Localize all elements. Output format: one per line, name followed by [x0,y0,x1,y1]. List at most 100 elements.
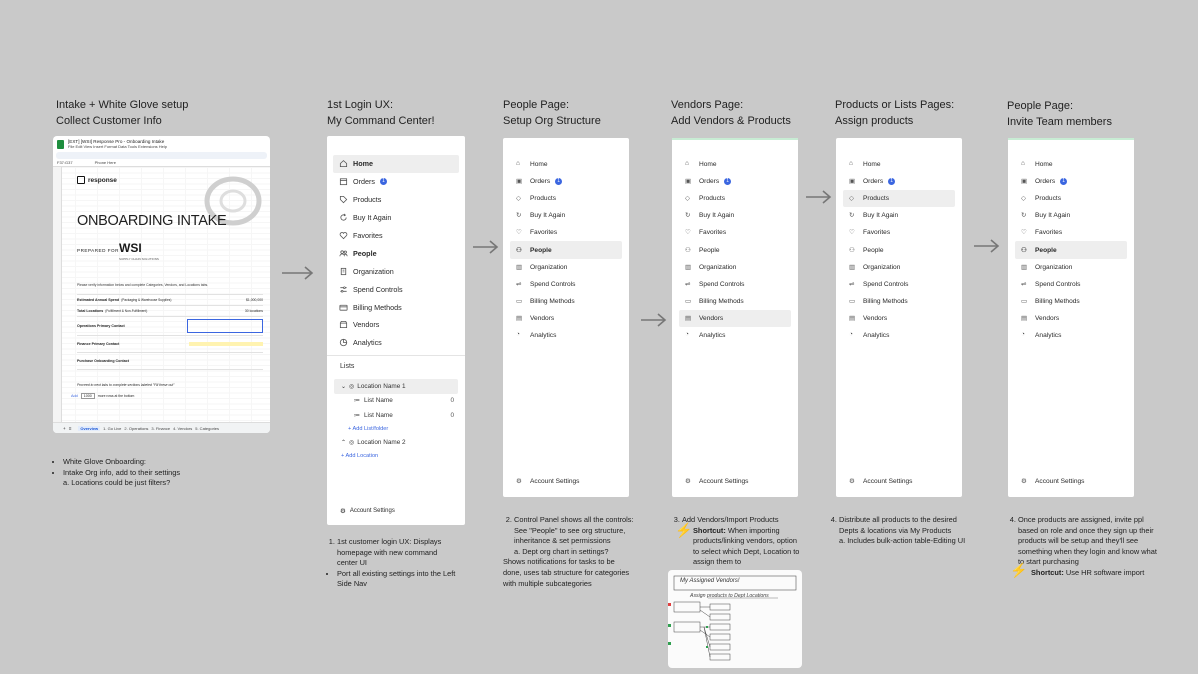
chevron-down-icon[interactable]: ⌄ [341,383,346,390]
sidebar-item-buy-it-again[interactable]: Buy It Again [333,209,459,227]
sidebar-item-organization[interactable]: Organization [333,262,459,280]
sidebar-item-label: Vendors [863,314,888,322]
highlight-cell[interactable] [189,342,263,346]
sidebar-item-analytics[interactable]: ◔ Analytics [843,327,955,344]
sidebar-item-favorites[interactable]: Favorites [333,227,459,245]
sidebar-item-organization[interactable]: ▥ Organization [843,259,955,276]
all-sheets-icon[interactable]: ≡ [69,426,72,431]
sidebar-item-favorites[interactable]: ♡ Favorites [679,224,791,241]
sidebar-item-buy-it-again[interactable]: ↻ Buy It Again [1015,207,1127,224]
cell-reference[interactable]: F37:G37 [57,160,73,165]
sidebar-item-analytics[interactable]: ◔ Analytics [679,327,791,344]
sheet-tab-overview[interactable]: Overview [78,425,101,431]
add-list-button[interactable]: + Add List/folder [348,426,388,432]
column-title-first-login: 1st Login UX: My Command Center! [327,97,435,129]
sidebar-item-organization[interactable]: ▥ Organization [510,259,622,276]
account-settings-link[interactable]: ⚙ Account Settings [516,477,579,486]
sidebar-item-analytics[interactable]: ◔ Analytics [510,327,622,344]
sheet-tab-operations[interactable]: 2. Operations [124,426,148,431]
sidebar-item-analytics[interactable]: ◔ Analytics [1015,327,1127,344]
account-settings-label: Account Settings [349,508,395,514]
sheet-tab-vendors[interactable]: 4. Vendors [173,426,192,431]
sidebar-item-billing-methods[interactable]: ▭ Billing Methods [1015,293,1127,310]
sidebar-item-billing-methods[interactable]: Billing Methods [333,298,459,316]
sidebar-item-home[interactable]: ⌂ Home [679,156,791,173]
column-title-intake: Intake + White Glove setup Collect Custo… [56,97,188,129]
sidebar-item-analytics[interactable]: Analytics [333,334,459,352]
sidebar-item-people[interactable]: People [333,244,459,262]
sidebar-item-favorites[interactable]: ♡ Favorites [1015,224,1127,241]
add-location-button[interactable]: + Add Location [341,453,378,459]
add-rows-input[interactable]: 1000 [80,393,95,399]
sidebar-item-products[interactable]: ◇ Products [1015,190,1127,207]
sidebar-item-vendors[interactable]: ▤ Vendors [1015,310,1127,327]
sidebar-item-buy-it-again[interactable]: ↻ Buy It Again [679,207,791,224]
sidebar-item-organization[interactable]: ▥ Organization [1015,259,1127,276]
sidebar-item-people[interactable]: ⚇ People [679,241,791,258]
sidebar-item-spend-controls[interactable]: Spend Controls [333,280,459,298]
sidebar-item-billing-methods[interactable]: ▭ Billing Methods [510,293,622,310]
sidebar-item-orders[interactable]: ▣ Orders 1 [679,173,791,190]
sheet-tab-finance[interactable]: 3. Finance [151,426,170,431]
account-settings-link[interactable]: ⚙ Account Settings [1021,477,1084,486]
sidebar-item-orders[interactable]: Orders 1 [333,173,459,191]
sidebar-item-vendors[interactable]: ▤ Vendors [679,309,791,327]
sidebar-item-products[interactable]: ◇ Products [843,190,955,208]
sidebar-item-spend-controls[interactable]: ⇌ Spend Controls [1015,276,1127,293]
sidebar-item-buy-it-again[interactable]: ↻ Buy It Again [510,207,622,224]
sidebar-item-products[interactable]: ◇ Products [510,190,622,207]
list-item[interactable]: ≔ List Name 0 [334,394,458,409]
sliders-icon: ⇌ [516,280,522,288]
sidebar-item-label: Favorites [353,231,383,240]
sidebar-item-home[interactable]: ⌂ Home [1015,156,1127,173]
sidebar-item-people[interactable]: ⚇ People [510,241,622,259]
sidebar-item-billing-methods[interactable]: ▭ Billing Methods [843,293,955,310]
sheet-menu-bar[interactable]: File Edit View Insert Format Data Tools … [68,144,167,149]
sidebar-item-spend-controls[interactable]: ⇌ Spend Controls [510,276,622,293]
formula-value[interactable]: Phone Here [95,160,116,165]
sidebar-item-vendors[interactable]: ▤ Vendors [510,310,622,327]
sidebar-item-label: Billing Methods [1035,297,1080,305]
account-settings-link[interactable]: ⚙ Account Settings [685,477,748,486]
add-sheet-icon[interactable]: + [63,426,66,431]
location-item[interactable]: ⌄ ◎ Location Name 1 [334,379,458,394]
table-row[interactable]: Estimated Annual Spend (Packaging & Ware… [77,294,263,305]
sheet-tab-go-live[interactable]: 1. Go Live [103,426,121,431]
account-settings-link[interactable]: ⚙ Account Settings [340,507,395,515]
sidebar-item-people[interactable]: ⚇ People [843,241,955,258]
sidebar-item-billing-methods[interactable]: ▭ Billing Methods [679,293,791,310]
sidebar-item-spend-controls[interactable]: ⇌ Spend Controls [679,276,791,293]
sidebar-item-orders[interactable]: ▣ Orders 1 [1015,173,1127,190]
sidebar-item-people[interactable]: ⚇ People [1015,241,1127,259]
sidebar-item-home[interactable]: Home [333,155,459,173]
list-item[interactable]: ≔ List Name 0 [334,408,458,423]
sidebar-item-organization[interactable]: ▥ Organization [679,259,791,276]
sidebar-item-spend-controls[interactable]: ⇌ Spend Controls [843,276,955,293]
brand-name: response [88,176,117,184]
account-settings-link[interactable]: ⚙ Account Settings [849,477,912,486]
note-item: 1st customer login UX: Displays homepage… [337,537,458,569]
sidebar-item-orders[interactable]: ▣ Orders 1 [843,173,955,190]
sidebar-item-favorites[interactable]: ♡ Favorites [843,224,955,241]
sidebar-item-vendors[interactable]: ▤ Vendors [843,310,955,327]
sidebar-item-buy-it-again[interactable]: ↻ Buy It Again [843,207,955,224]
sheet-toolbar[interactable] [56,152,267,159]
table-row[interactable]: Total Locations (Fulfillment & Non-Fulfi… [77,305,263,316]
sheet-tab-categories[interactable]: 5. Categories [195,426,219,431]
sidebar-item-home[interactable]: ⌂ Home [510,156,622,173]
sidebar-item-label: Organization [699,263,737,271]
sidebar-item-home[interactable]: ⌂ Home [843,156,955,173]
chevron-up-icon[interactable]: ⌃ [341,439,346,446]
sidebar-item-products[interactable]: ◇ Products [679,190,791,207]
sidebar-item-orders[interactable]: ▣ Orders 1 [510,173,622,190]
contact-cells[interactable] [187,319,263,333]
location-item[interactable]: ⌃ ◎ Location Name 2 [334,435,458,450]
sheet-grid[interactable]: response ONBOARDING INTAKE PREPARED FOR … [53,167,270,429]
add-rows-button[interactable]: Add [71,394,78,398]
table-row[interactable]: Operations Primary Contact [77,316,263,335]
sidebar-item-vendors[interactable]: Vendors [333,316,459,334]
sidebar-item-products[interactable]: Products [333,191,459,209]
table-row[interactable]: Finance Primary Contact [77,335,263,352]
sidebar-item-favorites[interactable]: ♡ Favorites [510,224,622,241]
table-row[interactable]: Purchase Onboarding Contact [77,352,263,370]
